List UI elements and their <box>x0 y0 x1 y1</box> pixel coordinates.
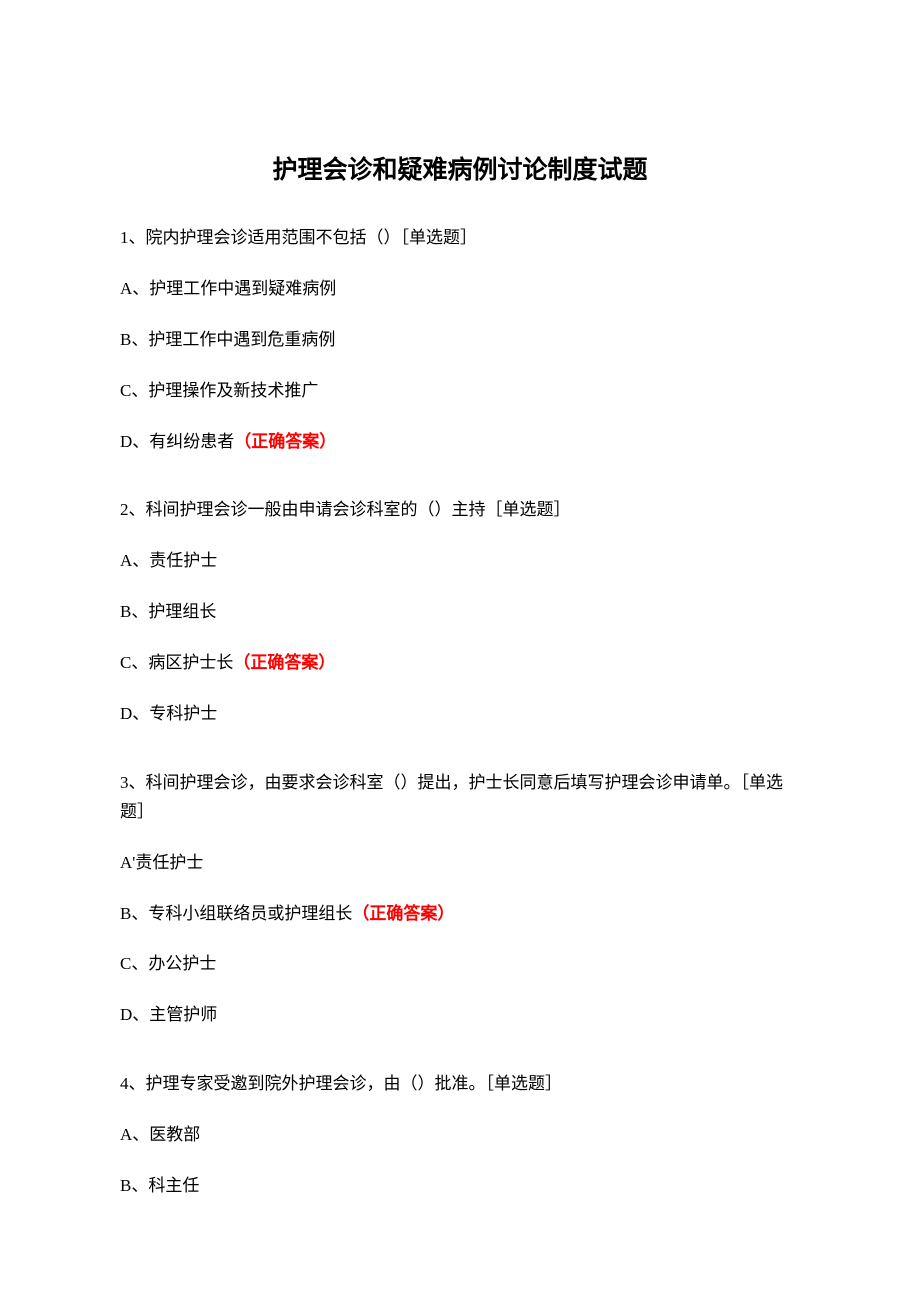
q1-correct-label: （正确答案） <box>234 432 336 451</box>
q1-option-c: C、护理操作及新技术推广 <box>120 377 800 406</box>
q1-option-d: D、有纠纷患者（正确答案） <box>120 428 800 457</box>
q3-correct-label: （正确答案） <box>352 904 454 923</box>
q2-stem: 2、科间护理会诊一般由申请会诊科室的（）主持［单选题］ <box>120 496 800 525</box>
q4-option-a: A、医教部 <box>120 1121 800 1150</box>
q1-option-b: B、护理工作中遇到危重病例 <box>120 326 800 355</box>
q3-option-b: B、专科小组联络员或护理组长（正确答案） <box>120 900 800 929</box>
q3-option-a: A'责任护士 <box>120 849 800 878</box>
q2-correct-label: （正确答案） <box>233 653 335 672</box>
document-title: 护理会诊和疑难病例讨论制度试题 <box>120 150 800 186</box>
q3-stem: 3、科间护理会诊，由要求会诊科室（）提出，护士长同意后填写护理会诊申请单。［单选… <box>120 769 800 827</box>
q1-stem: 1、院内护理会诊适用范围不包括（）［单选题］ <box>120 224 800 253</box>
q2-option-a: A、责任护士 <box>120 547 800 576</box>
q3-option-d: D、主管护师 <box>120 1001 800 1030</box>
q2-option-c: C、病区护士长（正确答案） <box>120 649 800 678</box>
q1-option-d-text: D、有纠纷患者 <box>120 432 234 451</box>
q3-option-c: C、办公护士 <box>120 950 800 979</box>
q4-option-b: B、科主任 <box>120 1172 800 1201</box>
q3-option-b-text: B、专科小组联络员或护理组长 <box>120 904 352 923</box>
q2-option-c-text: C、病区护士长 <box>120 653 233 672</box>
q1-option-a: A、护理工作中遇到疑难病例 <box>120 275 800 304</box>
q4-stem: 4、护理专家受邀到院外护理会诊，由（）批准。［单选题］ <box>120 1070 800 1099</box>
q2-option-d: D、专科护士 <box>120 700 800 729</box>
q2-option-b: B、护理组长 <box>120 598 800 627</box>
